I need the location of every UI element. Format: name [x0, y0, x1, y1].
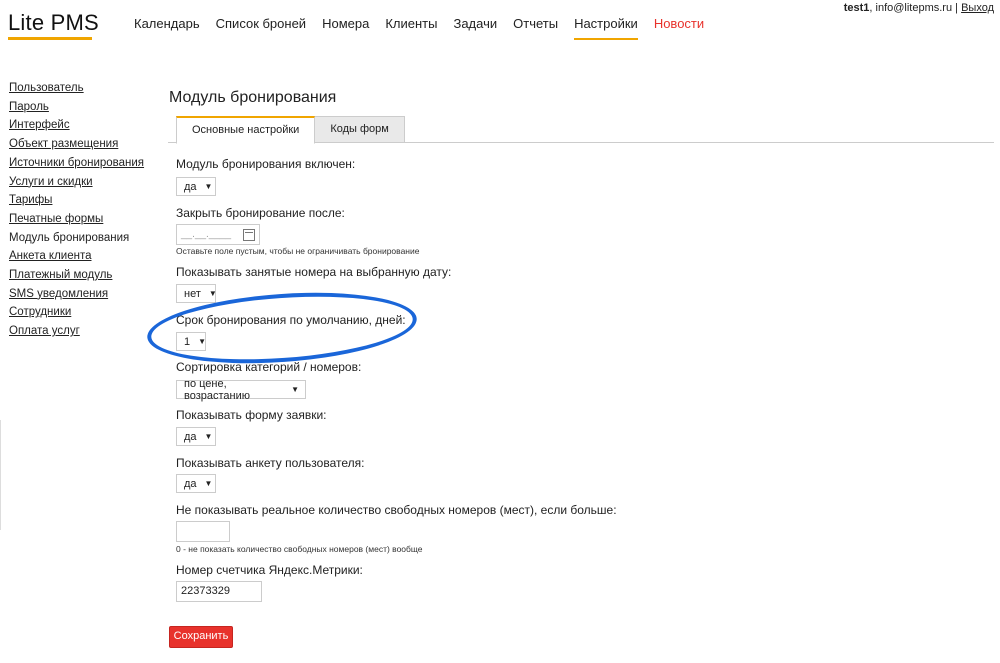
metrika-label: Номер счетчика Яндекс.Метрики: [176, 563, 363, 577]
nav-reports[interactable]: Отчеты [513, 16, 558, 31]
sidebar-divider [0, 420, 1, 530]
sidebar-item-property[interactable]: Объект размещения [9, 135, 144, 154]
sidebar-item-client-profile[interactable]: Анкета клиента [9, 247, 144, 266]
close-after-date-input[interactable]: __.__.____ [176, 224, 260, 245]
sidebar-item-staff[interactable]: Сотрудники [9, 303, 144, 322]
logout-link[interactable]: Выход [961, 2, 994, 14]
tab-form-codes[interactable]: Коды форм [315, 116, 405, 143]
metrika-input[interactable]: 22373329 [176, 581, 262, 602]
request-form-select[interactable]: да ▼ [176, 427, 216, 446]
page-title: Модуль бронирования [169, 89, 337, 106]
hide-count-hint: 0 - не показать количество свободных ном… [176, 544, 423, 554]
sort-select[interactable]: по цене, возрастанию ▼ [176, 377, 306, 402]
sidebar-item-payment-module[interactable]: Платежный модуль [9, 266, 144, 285]
sidebar-item-interface[interactable]: Интерфейс [9, 116, 144, 135]
calendar-icon[interactable] [243, 228, 255, 241]
nav-calendar[interactable]: Календарь [134, 16, 200, 31]
user-profile-label: Показывать анкету пользователя: [176, 456, 365, 470]
dropdown-arrow-icon: ▼ [204, 182, 213, 191]
close-after-hint: Оставьте поле пустым, чтобы не ограничив… [176, 246, 420, 256]
settings-tabs: Основные настройки Коды форм [176, 116, 405, 144]
show-busy-label: Показывать занятые номера на выбранную д… [176, 265, 452, 279]
request-form-label: Показывать форму заявки: [176, 408, 327, 422]
user-profile-select[interactable]: да ▼ [176, 474, 216, 493]
nav-bookings-list[interactable]: Список броней [216, 16, 306, 31]
sidebar-item-billing[interactable]: Оплата услуг [9, 322, 144, 341]
tab-main-settings[interactable]: Основные настройки [176, 116, 316, 144]
close-after-label: Закрыть бронирование после: [176, 206, 345, 220]
hide-count-input[interactable] [176, 521, 230, 542]
top-navigation: Календарь Список броней Номера Клиенты З… [134, 16, 720, 40]
nav-settings[interactable]: Настройки [574, 16, 638, 40]
sidebar-item-booking-sources[interactable]: Источники бронирования [9, 154, 144, 173]
user-separator: | [952, 2, 962, 14]
show-busy-select-value: нет [184, 287, 201, 300]
enabled-label: Модуль бронирования включен: [176, 157, 356, 171]
user-email: , info@litepms.ru [869, 2, 953, 14]
request-form-select-value: да [184, 430, 197, 443]
nav-tasks[interactable]: Задачи [453, 16, 497, 31]
enabled-select-value: да [184, 180, 197, 193]
enabled-select[interactable]: да ▼ [176, 177, 216, 196]
sidebar-item-user[interactable]: Пользователь [9, 79, 144, 98]
user-name: test1 [843, 2, 870, 14]
sidebar-item-rates[interactable]: Тарифы [9, 191, 144, 210]
user-profile-select-value: да [184, 477, 197, 490]
close-after-placeholder: __.__.____ [181, 229, 232, 240]
hide-count-label: Не показывать реальное количество свобод… [176, 503, 617, 517]
dropdown-arrow-icon: ▼ [204, 432, 213, 441]
app-logo[interactable]: Lite PMS [8, 10, 99, 36]
dropdown-arrow-icon: ▼ [204, 479, 213, 488]
logo-underline [8, 37, 92, 40]
sort-select-value: по цене, возрастанию [184, 377, 250, 402]
user-bar: test1, info@litepms.ru | Выход [844, 2, 994, 14]
sidebar-item-sms[interactable]: SMS уведомления [9, 285, 144, 304]
sidebar-item-services-discounts[interactable]: Услуги и скидки [9, 173, 144, 192]
nav-rooms[interactable]: Номера [322, 16, 369, 31]
show-busy-select[interactable]: нет ▼ [176, 284, 217, 303]
sidebar-item-booking-module[interactable]: Модуль бронирования [9, 229, 144, 248]
nav-clients[interactable]: Клиенты [385, 16, 437, 31]
settings-sidebar: Пользователь Пароль Интерфейс Объект раз… [9, 79, 144, 341]
nav-news[interactable]: Новости [654, 16, 704, 31]
sidebar-item-print-forms[interactable]: Печатные формы [9, 210, 144, 229]
dropdown-arrow-icon: ▼ [208, 289, 217, 298]
dropdown-arrow-icon: ▼ [291, 385, 299, 394]
save-button[interactable]: Сохранить [169, 626, 233, 648]
sidebar-item-password[interactable]: Пароль [9, 98, 144, 117]
